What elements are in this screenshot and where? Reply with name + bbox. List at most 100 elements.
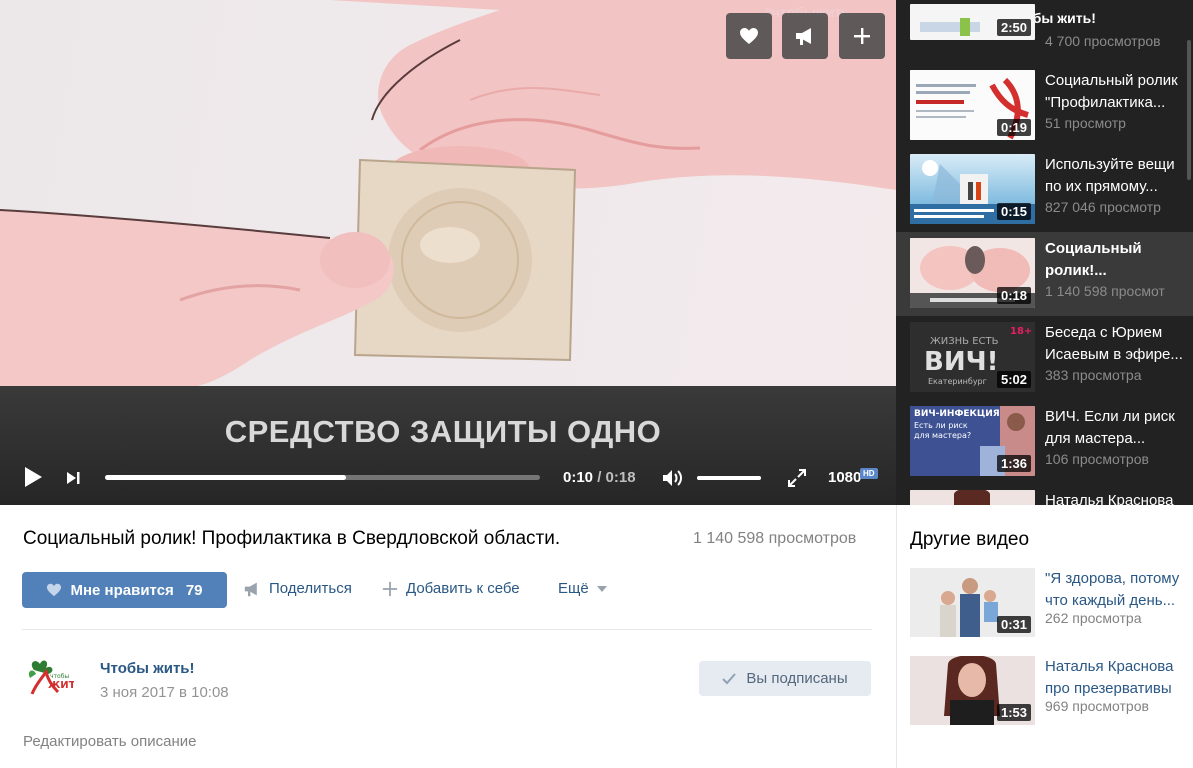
publish-date: 3 ноя 2017 в 10:08 bbox=[100, 684, 229, 701]
other-video-item[interactable]: 0:31 "Я здорова, потому что каждый день.… bbox=[910, 568, 1190, 638]
playlist-scrollbar[interactable] bbox=[1187, 40, 1191, 180]
heart-icon bbox=[47, 583, 62, 597]
video-duration: 1:53 bbox=[996, 704, 1031, 721]
video-title: "Я здорова, потому что каждый день... bbox=[1045, 570, 1180, 609]
add-video-button[interactable] bbox=[839, 13, 885, 59]
video-thumbnail: 0:19 bbox=[910, 70, 1035, 140]
more-menu-button[interactable]: Ещё bbox=[558, 580, 607, 597]
hd-badge: HD bbox=[860, 468, 878, 479]
video-title-main: Социальный ролик! Профилактика в Свердло… bbox=[23, 528, 561, 549]
video-views: 262 просмотра bbox=[1045, 610, 1142, 626]
like-video-button[interactable] bbox=[726, 13, 772, 59]
video-views: 1 140 598 просмот bbox=[1045, 283, 1165, 299]
edit-description-link[interactable]: Редактировать описание bbox=[23, 733, 196, 750]
channel-name-link[interactable]: Чтобы жить! bbox=[100, 660, 195, 677]
video-title: Наталья Краснова про презервативы bbox=[1045, 658, 1174, 697]
video-player[interactable]: СРЕДСТВО ЗАЩИТЫ ОДНО #чтобыжить 0:10 / 0… bbox=[0, 0, 896, 505]
video-title: ВИЧ. Если ли риск для мастера... bbox=[1045, 408, 1175, 447]
video-thumbnail: 0:15 bbox=[910, 154, 1035, 224]
other-video-item[interactable]: 1:53 Наталья Краснова про презервативы 9… bbox=[910, 656, 1190, 726]
share-video-button[interactable] bbox=[782, 13, 828, 59]
current-time: 0:10 bbox=[563, 469, 594, 486]
svg-text:ВИЧ!: ВИЧ! bbox=[924, 347, 998, 377]
playlist-item[interactable]: 0:19 Социальный ролик "Профилактика... 5… bbox=[896, 68, 1193, 152]
video-views: 383 просмотра bbox=[1045, 367, 1142, 383]
video-thumbnail bbox=[910, 490, 1035, 505]
add-to-mine-button[interactable]: Добавить к себе bbox=[382, 580, 520, 597]
playlist-item[interactable]: ЖИЗНЬ ЕСТЬ ВИЧ! 18+ Екатеринбург 5:02 Бе… bbox=[896, 320, 1193, 404]
video-thumbnail: 0:31 bbox=[910, 568, 1035, 637]
svg-text:для мастера?: для мастера? bbox=[914, 431, 971, 440]
video-duration: 1:36 bbox=[996, 455, 1031, 472]
fullscreen-icon bbox=[788, 469, 806, 487]
playlist-item-active[interactable]: 0:18 Социальный ролик!... 1 140 598 прос… bbox=[896, 232, 1193, 316]
megaphone-icon bbox=[244, 582, 257, 596]
mute-button[interactable] bbox=[660, 466, 686, 490]
svg-text:ВИЧ-ИНФЕКЦИЯ: ВИЧ-ИНФЕКЦИЯ bbox=[914, 409, 1000, 419]
progress-bar[interactable] bbox=[105, 475, 540, 480]
svg-text:чтобы: чтобы bbox=[50, 673, 69, 680]
playlist-item[interactable]: 2:50 4 700 просмотров bbox=[896, 0, 1193, 68]
like-count: 79 bbox=[185, 581, 203, 599]
column-divider bbox=[896, 505, 897, 768]
video-views: 106 просмотров bbox=[1045, 451, 1149, 467]
video-title: Наталья Краснова bbox=[1045, 492, 1174, 505]
add-label: Добавить к себе bbox=[406, 580, 520, 597]
share-button[interactable]: Поделиться bbox=[243, 580, 352, 597]
video-views: 51 просмотр bbox=[1045, 115, 1126, 131]
svg-text:ЖИЗНЬ ЕСТЬ: ЖИЗНЬ ЕСТЬ bbox=[930, 336, 999, 347]
time-display: 0:10 / 0:18 bbox=[563, 469, 636, 486]
subscribed-button[interactable]: Вы подписаны bbox=[699, 661, 871, 696]
next-button[interactable] bbox=[62, 467, 84, 489]
video-views: 4 700 просмотров bbox=[1045, 33, 1161, 49]
playlist-panel: Видеозаписи Чтобы жить! 2:50 4 700 просм… bbox=[896, 0, 1193, 505]
other-videos-title: Другие видео bbox=[910, 529, 1030, 550]
video-duration: 0:19 bbox=[996, 119, 1031, 136]
video-title: Социальный ролик!... bbox=[1045, 240, 1142, 279]
share-label: Поделиться bbox=[269, 580, 352, 597]
progress-fill bbox=[105, 475, 347, 480]
svg-text:Есть ли риск: Есть ли риск bbox=[914, 421, 968, 430]
playlist-item[interactable]: Наталья Краснова bbox=[896, 488, 1193, 505]
volume-icon bbox=[663, 470, 682, 486]
heart-icon bbox=[740, 28, 758, 44]
play-icon bbox=[25, 467, 42, 487]
like-label: Мне нравится bbox=[70, 581, 174, 599]
video-views: 969 просмотров bbox=[1045, 698, 1149, 714]
more-label: Ещё bbox=[558, 580, 589, 597]
video-subtitle: СРЕДСТВО ЗАЩИТЫ ОДНО bbox=[224, 414, 662, 449]
checkmark-icon bbox=[722, 672, 737, 684]
plus-icon bbox=[382, 581, 398, 596]
video-thumbnail: 2:50 bbox=[910, 4, 1035, 40]
player-controls: 0:10 / 0:18 1080 HD bbox=[0, 458, 896, 498]
video-views: 827 046 просмотр bbox=[1045, 199, 1161, 215]
subscribed-label: Вы подписаны bbox=[746, 670, 848, 687]
video-duration: 0:18 bbox=[996, 287, 1031, 304]
volume-slider[interactable] bbox=[697, 476, 761, 480]
playlist-item[interactable]: ВИЧ-ИНФЕКЦИЯ Есть ли риск для мастера? 1… bbox=[896, 404, 1193, 488]
channel-avatar[interactable]: чтобы ЖИТЬ bbox=[22, 656, 83, 700]
quality-selector[interactable]: 1080 bbox=[828, 469, 861, 486]
video-thumbnail: 0:18 bbox=[910, 238, 1035, 308]
video-title: Используйте вещи по их прямому... bbox=[1045, 156, 1175, 195]
video-title: Социальный ролик "Профилактика... bbox=[1045, 72, 1178, 111]
video-duration: 5:02 bbox=[996, 371, 1031, 388]
play-button[interactable] bbox=[20, 464, 46, 490]
like-button[interactable]: Мне нравится 79 bbox=[22, 572, 227, 608]
fullscreen-button[interactable] bbox=[785, 466, 809, 490]
svg-text:18+: 18+ bbox=[1010, 326, 1032, 337]
video-thumbnail: ВИЧ-ИНФЕКЦИЯ Есть ли риск для мастера? 1… bbox=[910, 406, 1035, 476]
video-duration: 0:15 bbox=[996, 203, 1031, 220]
view-count: 1 140 598 просмотров bbox=[693, 530, 857, 547]
video-title: Беседа с Юрием Исаевым в эфире... bbox=[1045, 324, 1183, 363]
next-icon bbox=[67, 472, 80, 484]
playlist-item[interactable]: 0:15 Используйте вещи по их прямому... 8… bbox=[896, 152, 1193, 236]
section-divider bbox=[22, 629, 872, 630]
svg-text:ЖИТЬ: ЖИТЬ bbox=[48, 680, 74, 691]
video-thumbnail: 1:53 bbox=[910, 656, 1035, 725]
chevron-down-icon bbox=[596, 585, 607, 592]
volume-fill bbox=[697, 476, 761, 480]
total-duration: 0:18 bbox=[605, 469, 636, 486]
time-separator: / bbox=[597, 469, 602, 486]
video-thumbnail: ЖИЗНЬ ЕСТЬ ВИЧ! 18+ Екатеринбург 5:02 bbox=[910, 322, 1035, 392]
